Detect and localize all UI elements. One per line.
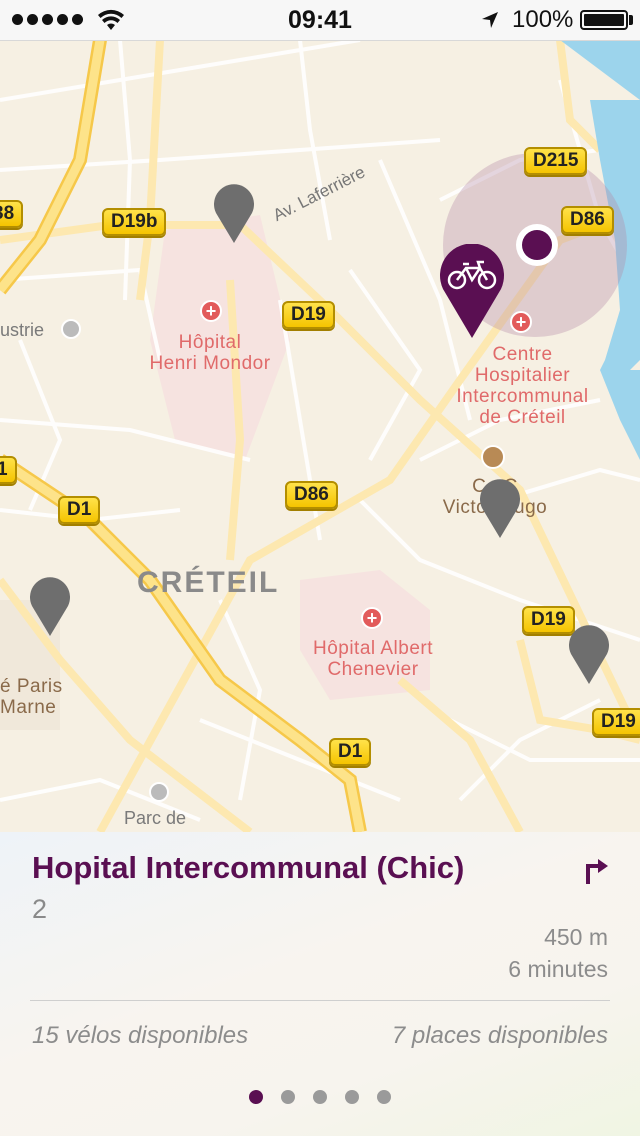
page-dot-active[interactable] — [249, 1090, 263, 1104]
station-pin[interactable] — [212, 183, 256, 245]
page-dot[interactable] — [377, 1090, 391, 1104]
station-number: 2 — [32, 894, 48, 924]
hospital-icon: + — [510, 311, 532, 333]
road-label-d19: D19 — [282, 301, 335, 329]
directions-icon[interactable] — [584, 856, 610, 884]
user-location-icon — [516, 224, 558, 266]
location-arrow-icon — [482, 12, 498, 28]
selected-station-pin[interactable] — [438, 244, 506, 340]
road-label-d86: D86 — [561, 206, 614, 234]
station-walk-time: 6 minutes — [508, 956, 608, 982]
divider — [30, 1000, 610, 1001]
road-label-d19b: D19b — [102, 208, 167, 236]
page-dot[interactable] — [313, 1090, 327, 1104]
poi-icon — [61, 319, 81, 339]
school-icon — [481, 445, 505, 469]
status-bar: 09:41 100% — [0, 0, 640, 41]
bikes-available: 15 vélos disponibles — [32, 1022, 249, 1049]
map-view[interactable]: D215 D86 D19b D19 D86 D1 D19 D19 D1 38 1… — [0, 40, 640, 832]
station-name: Hopital Intercommunal (Chic) — [32, 850, 465, 885]
poi-icon — [149, 782, 169, 802]
station-card[interactable]: Hopital Intercommunal (Chic) 2 450 m 6 m… — [0, 832, 640, 1136]
road-label-d19: D19 — [592, 708, 640, 736]
road-label-1: 1 — [0, 456, 17, 484]
road-label-d1: D1 — [58, 496, 101, 524]
hospital-icon: + — [361, 607, 383, 629]
station-pin[interactable] — [28, 576, 72, 638]
road-label-38: 38 — [0, 200, 24, 228]
station-pin[interactable] — [567, 624, 611, 686]
place-paris-marne: é Paris Marne — [0, 676, 63, 718]
page-dot[interactable] — [345, 1090, 359, 1104]
place-centre-hospitalier: Centre Hospitalier Intercommunal de Crét… — [456, 344, 589, 428]
station-pin[interactable] — [478, 478, 522, 540]
battery-percentage: 100% — [512, 6, 574, 33]
place-hopital-albert-chenevier: Hôpital Albert Chenevier — [312, 638, 433, 680]
page-indicator[interactable] — [0, 1090, 640, 1104]
place-industrie: ustrie — [0, 320, 45, 340]
places-available: 7 places disponibles — [391, 1022, 608, 1049]
station-distance: 450 m — [544, 924, 608, 950]
hospital-icon: + — [200, 300, 222, 322]
page-dot[interactable] — [281, 1090, 295, 1104]
city-label: CRÉTEIL — [137, 566, 280, 599]
battery-icon — [580, 10, 628, 30]
place-hopital-henri-mondor: Hôpital Henri Mondor — [149, 332, 271, 374]
road-label-d1: D1 — [329, 738, 372, 766]
road-label-d86: D86 — [285, 481, 338, 509]
road-label-d215: D215 — [524, 147, 588, 175]
place-parc: Parc de — [124, 808, 187, 828]
